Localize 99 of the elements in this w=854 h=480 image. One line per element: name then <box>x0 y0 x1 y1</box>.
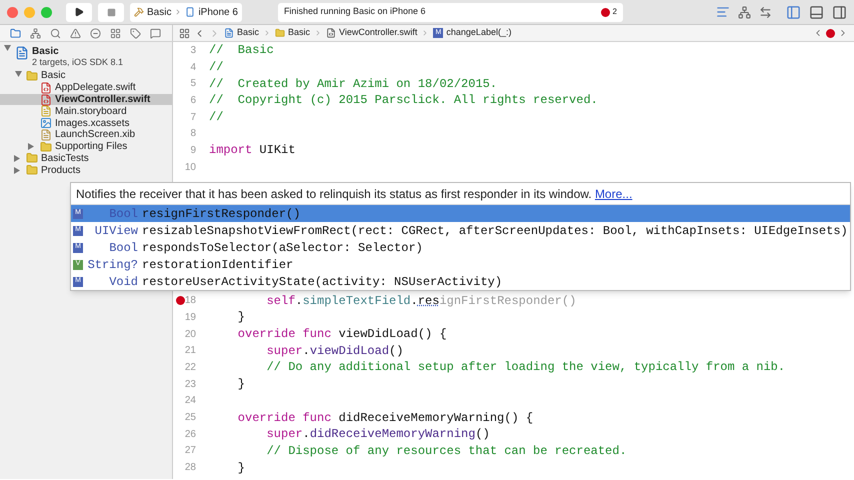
jump-bar-item[interactable]: Basic <box>224 26 260 40</box>
line-number: 25 <box>184 411 196 426</box>
line-number: 27 <box>184 444 196 458</box>
line-number: 19 <box>184 310 196 325</box>
line-number: 4 <box>190 60 196 75</box>
version-editor-icon[interactable] <box>759 6 772 18</box>
folder-icon <box>40 140 52 153</box>
storyboard-icon <box>40 105 52 118</box>
standard-editor-icon[interactable] <box>716 5 730 19</box>
navigator-item[interactable]: Main.storyboard <box>0 105 172 118</box>
project-name[interactable]: Basic <box>32 46 124 57</box>
breakpoint-navigator-icon[interactable] <box>130 28 141 38</box>
return-type: String? <box>86 256 138 274</box>
code-line: } <box>238 460 245 477</box>
navigator-toggle-icon[interactable] <box>786 4 801 20</box>
test-navigator-icon[interactable] <box>90 28 101 38</box>
search-icon[interactable] <box>50 28 61 38</box>
debug-navigator-icon[interactable] <box>110 28 121 38</box>
project-icon <box>224 28 234 38</box>
assets-icon <box>40 117 52 130</box>
code-line: import UIKit <box>209 142 296 160</box>
folder-icon <box>26 164 38 176</box>
method-signature: restoreUserActivityState(activity: NSUserActivity) <box>142 274 502 290</box>
line-number: 23 <box>184 378 196 392</box>
line-number: 3 <box>190 44 196 58</box>
project-subtitle: 2 targets, iOS SDK 8.1 <box>32 57 124 68</box>
line-number: 18 <box>184 294 196 308</box>
completion-description: Notifies the receiver that it has been asked to relinquish its status as first responder in its window. More... <box>76 186 632 202</box>
phone-icon <box>185 7 196 17</box>
line-number: 26 <box>184 428 196 442</box>
xib-icon <box>40 128 52 141</box>
utilities-toggle-icon[interactable] <box>832 4 847 20</box>
line-number: 5 <box>190 77 196 92</box>
navigator-item[interactable]: ViewController.swift <box>0 94 172 106</box>
issue-navigator-icon[interactable] <box>70 28 81 38</box>
code-line: // <box>209 109 224 126</box>
code-line: // Copyright (c) 2015 Parsclick. All rights reserved. <box>209 92 598 110</box>
play-icon <box>74 7 84 17</box>
debug-toggle-icon[interactable] <box>809 4 824 20</box>
line-number: 8 <box>190 127 196 142</box>
line-number: 9 <box>190 144 196 158</box>
error-icon <box>826 28 835 38</box>
related-items-icon[interactable] <box>179 28 190 38</box>
status-text: Finished running Basic on iPhone 6 <box>284 5 426 18</box>
code-line: // Created by Amir Azimi on 18/02/2015. <box>209 76 498 93</box>
method-signature: restorationIdentifier <box>142 256 294 274</box>
line-number: 28 <box>184 461 196 476</box>
navigator-item[interactable]: LaunchScreen.xib <box>0 128 172 141</box>
file-icon <box>40 82 52 94</box>
return-type: Bool <box>108 240 138 256</box>
file-icon <box>326 28 336 38</box>
stop-icon <box>106 8 116 16</box>
navigator-item[interactable]: Basic <box>0 70 172 82</box>
more-link[interactable]: More... <box>594 186 632 200</box>
error-count: 2 <box>612 6 617 18</box>
scheme-selector[interactable]: Basic iPhone 6 <box>130 2 242 22</box>
project-navigator-icon[interactable] <box>10 28 21 38</box>
code-line: super.didReceiveMemoryWarning() <box>266 426 490 444</box>
report-navigator-icon[interactable] <box>150 28 161 38</box>
jump-bar-item[interactable]: Basic <box>275 26 310 40</box>
jump-bar-item[interactable]: ViewController.swift <box>326 26 418 40</box>
folder-icon <box>26 70 38 82</box>
assistant-editor-icon[interactable] <box>738 6 751 18</box>
symbol-navigator-icon[interactable] <box>30 28 41 38</box>
line-number: 21 <box>184 344 196 358</box>
line-number: 24 <box>184 394 196 408</box>
navigator-item[interactable]: Products <box>0 164 172 176</box>
navigator-item[interactable]: AppDelegate.swift <box>0 82 172 94</box>
method-signature: resizableSnapshotViewFromRect(rect: CGRect, afterScreenUpdates: Bool, withCapInsets: UIEdgeInsets) <box>142 222 848 240</box>
code-line: // Dispose of any resources that can be recreated. <box>266 442 627 460</box>
code-line: super.viewDidLoad() <box>266 342 404 360</box>
code-line: self.simpleTextField.resignFirstResponder() <box>266 292 576 310</box>
return-type: UIView <box>94 222 138 240</box>
navigator-item[interactable]: Images.xcassets <box>0 117 172 129</box>
file-icon <box>40 94 52 106</box>
method-signature: respondsToSelector(aSelector: Selector) <box>142 240 423 256</box>
folder-icon <box>275 28 286 38</box>
folder-icon <box>26 152 38 164</box>
line-number: 7 <box>190 110 196 125</box>
code-line: // Do any additional setup after loading the view, typically from a nib. <box>266 359 786 376</box>
close-button[interactable] <box>7 6 18 18</box>
navigator-item[interactable]: Supporting Files <box>0 140 172 153</box>
line-number: 6 <box>190 94 196 108</box>
code-line: override func didReceiveMemoryWarning() { <box>238 410 534 427</box>
error-icon <box>601 8 610 16</box>
code-line: } <box>238 309 245 326</box>
code-line: // <box>209 59 224 76</box>
code-line: // Basic <box>209 42 274 60</box>
code-line: } <box>238 376 245 394</box>
method-signature: resignFirstResponder() <box>142 206 300 222</box>
code-line: override func viewDidLoad() { <box>238 326 447 344</box>
navigator-item[interactable]: BasicTests <box>0 152 172 164</box>
run-button[interactable] <box>66 2 92 22</box>
line-number: 22 <box>184 360 196 375</box>
stop-button[interactable] <box>98 2 124 22</box>
line-number: 10 <box>184 160 196 175</box>
project-icon <box>15 46 29 60</box>
return-type: Void <box>108 274 138 290</box>
line-number: 20 <box>184 328 196 342</box>
